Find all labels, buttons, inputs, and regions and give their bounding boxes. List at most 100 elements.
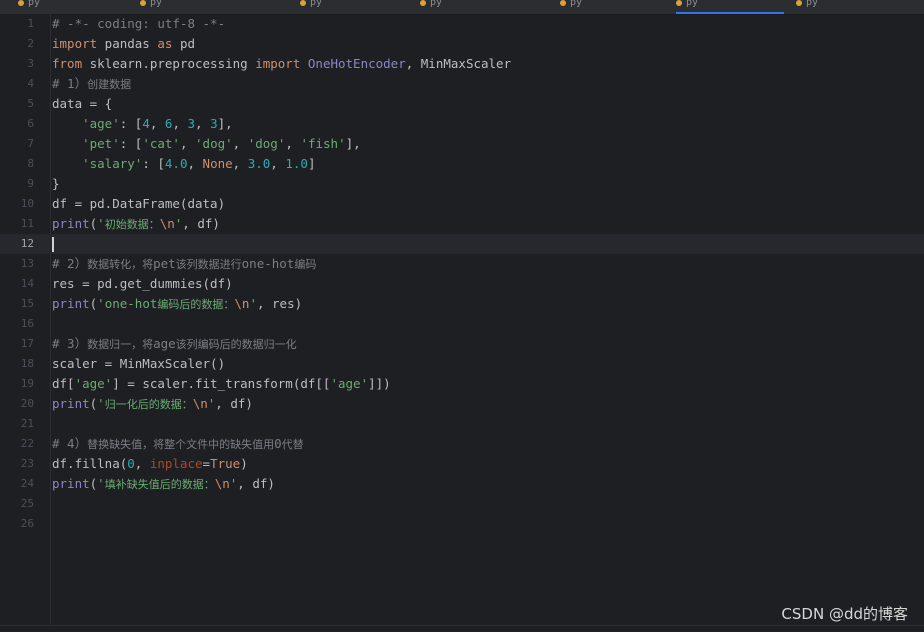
code-token: \n (192, 396, 208, 411)
line-number: 5 (27, 97, 34, 110)
editor-tab[interactable]: py (796, 0, 876, 14)
code-token: 'fish' (300, 136, 346, 151)
code-line[interactable]: 1 # -*- coding: utf-8 -*- (0, 14, 924, 34)
code-token: 数据归一，将 (87, 338, 154, 351)
line-number: 12 (20, 237, 34, 250)
code-token: # 1） (52, 76, 88, 91)
code-token: 'dog' (247, 136, 286, 151)
code-token: 3 (187, 116, 196, 131)
text-caret (52, 237, 54, 252)
code-line[interactable]: 16 (0, 314, 924, 334)
tab-label: py (310, 0, 323, 8)
code-line[interactable]: 7 'pet': ['cat', 'dog', 'dog', 'fish'], (0, 134, 924, 154)
code-line[interactable]: 23 df.fillna(0, inplace=True) (0, 454, 924, 474)
code-token: , (187, 156, 203, 171)
line-number: 14 (20, 277, 34, 290)
line-number: 9 (27, 177, 34, 190)
code-token: ], (345, 136, 361, 151)
line-number: 6 (27, 117, 34, 130)
editor-tab[interactable]: py (300, 0, 380, 14)
line-text: 'pet': ['cat', 'dog', 'dog', 'fish'], (52, 134, 361, 154)
line-number: 16 (20, 317, 34, 330)
line-text: from sklearn.preprocessing import OneHot… (52, 54, 511, 74)
code-line[interactable]: 9} (0, 174, 924, 194)
line-number: 15 (20, 297, 34, 310)
editor-tab[interactable]: py (18, 0, 98, 14)
code-token: True (210, 456, 241, 471)
editor-tab[interactable]: py (560, 0, 640, 14)
code-line[interactable]: 12 (0, 234, 924, 254)
code-line[interactable]: 21 (0, 414, 924, 434)
code-token: 'cat' (142, 136, 180, 151)
line-text: # 1）创建数据 (52, 74, 131, 95)
code-token: res = pd.get_dummies(df) (52, 276, 233, 291)
horizontal-scrollbar[interactable] (0, 625, 924, 632)
line-number: 24 (20, 477, 34, 490)
code-line[interactable]: 6 'age': [4, 6, 3, 3], (0, 114, 924, 134)
editor-tab[interactable]: py (140, 0, 220, 14)
code-token: , (172, 116, 188, 131)
line-number: 7 (27, 137, 34, 150)
line-number: 20 (20, 397, 34, 410)
code-token: 编码后的数据： (157, 298, 235, 311)
code-token: } (52, 176, 60, 191)
code-token: ' (97, 396, 105, 411)
code-token: 该列数据进行 (175, 258, 242, 271)
code-line[interactable]: 8 'salary': [4.0, None, 3.0, 1.0] (0, 154, 924, 174)
line-text: df = pd.DataFrame(data) (52, 194, 225, 214)
line-text: # 4）替换缺失值，将整个文件中的缺失值用0代替 (52, 434, 304, 455)
code-line[interactable]: 5 data = { (0, 94, 924, 114)
watermark: CSDN @dd的博客 (781, 605, 908, 623)
code-token: 1.0 (285, 156, 308, 171)
code-line[interactable]: 3 from sklearn.preprocessing import OneHo… (0, 54, 924, 74)
tab-label: py (150, 0, 163, 8)
code-line[interactable]: 25 (0, 494, 924, 514)
code-token: 该列编码后的数据归一化 (175, 338, 297, 351)
code-line[interactable]: 15 print('one-hot编码后的数据：\n', res) (0, 294, 924, 314)
code-line[interactable]: 18 scaler = MinMaxScaler() (0, 354, 924, 374)
code-line[interactable]: 19 df['age'] = scaler.fit_transform(df[['… (0, 374, 924, 394)
code-token: print (52, 296, 90, 311)
line-number: 22 (20, 437, 34, 450)
editor-tab[interactable]: py (676, 0, 784, 14)
code-token: df = pd.DataFrame(data) (52, 196, 226, 211)
line-number: 4 (27, 77, 34, 90)
code-line[interactable]: 17 # 3）数据归一，将age该列编码后的数据归一化 (0, 334, 924, 354)
line-text: # 2）数据转化，将pet该列数据进行one-hot编码 (52, 254, 316, 275)
code-line[interactable]: 24 print('填补缺失值后的数据：\n', df) (0, 474, 924, 494)
code-line[interactable]: 20 print('归一化后的数据：\n', df) (0, 394, 924, 414)
code-line[interactable]: 26 (0, 514, 924, 534)
code-token: \n (159, 216, 175, 231)
code-token: , df) (182, 216, 220, 231)
editor-tab[interactable]: py (420, 0, 500, 14)
code-token: from (52, 56, 83, 71)
code-token: , df) (237, 476, 275, 491)
code-token: : [ (119, 116, 143, 131)
line-text: 'salary': [4.0, None, 3.0, 1.0] (52, 154, 315, 174)
line-text: 'age': [4, 6, 3, 3], (52, 114, 233, 134)
code-token: ] = scaler.fit_transform(df[[ (112, 376, 331, 391)
line-text: # -*- coding: utf-8 -*- (52, 14, 225, 34)
code-line[interactable]: 13 # 2）数据转化，将pet该列数据进行one-hot编码 (0, 254, 924, 274)
python-file-icon (676, 0, 682, 6)
code-line[interactable]: 11 print('初始数据：\n', df) (0, 214, 924, 234)
code-token: as (157, 36, 173, 51)
code-token: print (52, 396, 90, 411)
code-line[interactable]: 10 df = pd.DataFrame(data) (0, 194, 924, 214)
line-number: 26 (20, 517, 34, 530)
code-editor[interactable]: py py py py py py py 1 # -*- coding: utf-8 -*- 2… (0, 0, 924, 632)
code-token: import (52, 36, 98, 51)
python-file-icon (796, 0, 802, 6)
code-token: , df) (215, 396, 253, 411)
code-line[interactable]: 4 # 1）创建数据 (0, 74, 924, 94)
line-text: data = { (52, 94, 112, 114)
code-token: ], (217, 116, 233, 131)
line-text: print('归一化后的数据：\n', df) (52, 394, 253, 415)
code-line[interactable]: 2 import pandas as pd (0, 34, 924, 54)
code-token: # 2） (52, 256, 88, 271)
code-line[interactable]: 14 res = pd.get_dummies(df) (0, 274, 924, 294)
code-area[interactable]: 1 # -*- coding: utf-8 -*- 2 import pandas a… (0, 14, 924, 626)
code-token: 'age' (74, 376, 113, 391)
code-line[interactable]: 22 # 4）替换缺失值，将整个文件中的缺失值用0代替 (0, 434, 924, 454)
